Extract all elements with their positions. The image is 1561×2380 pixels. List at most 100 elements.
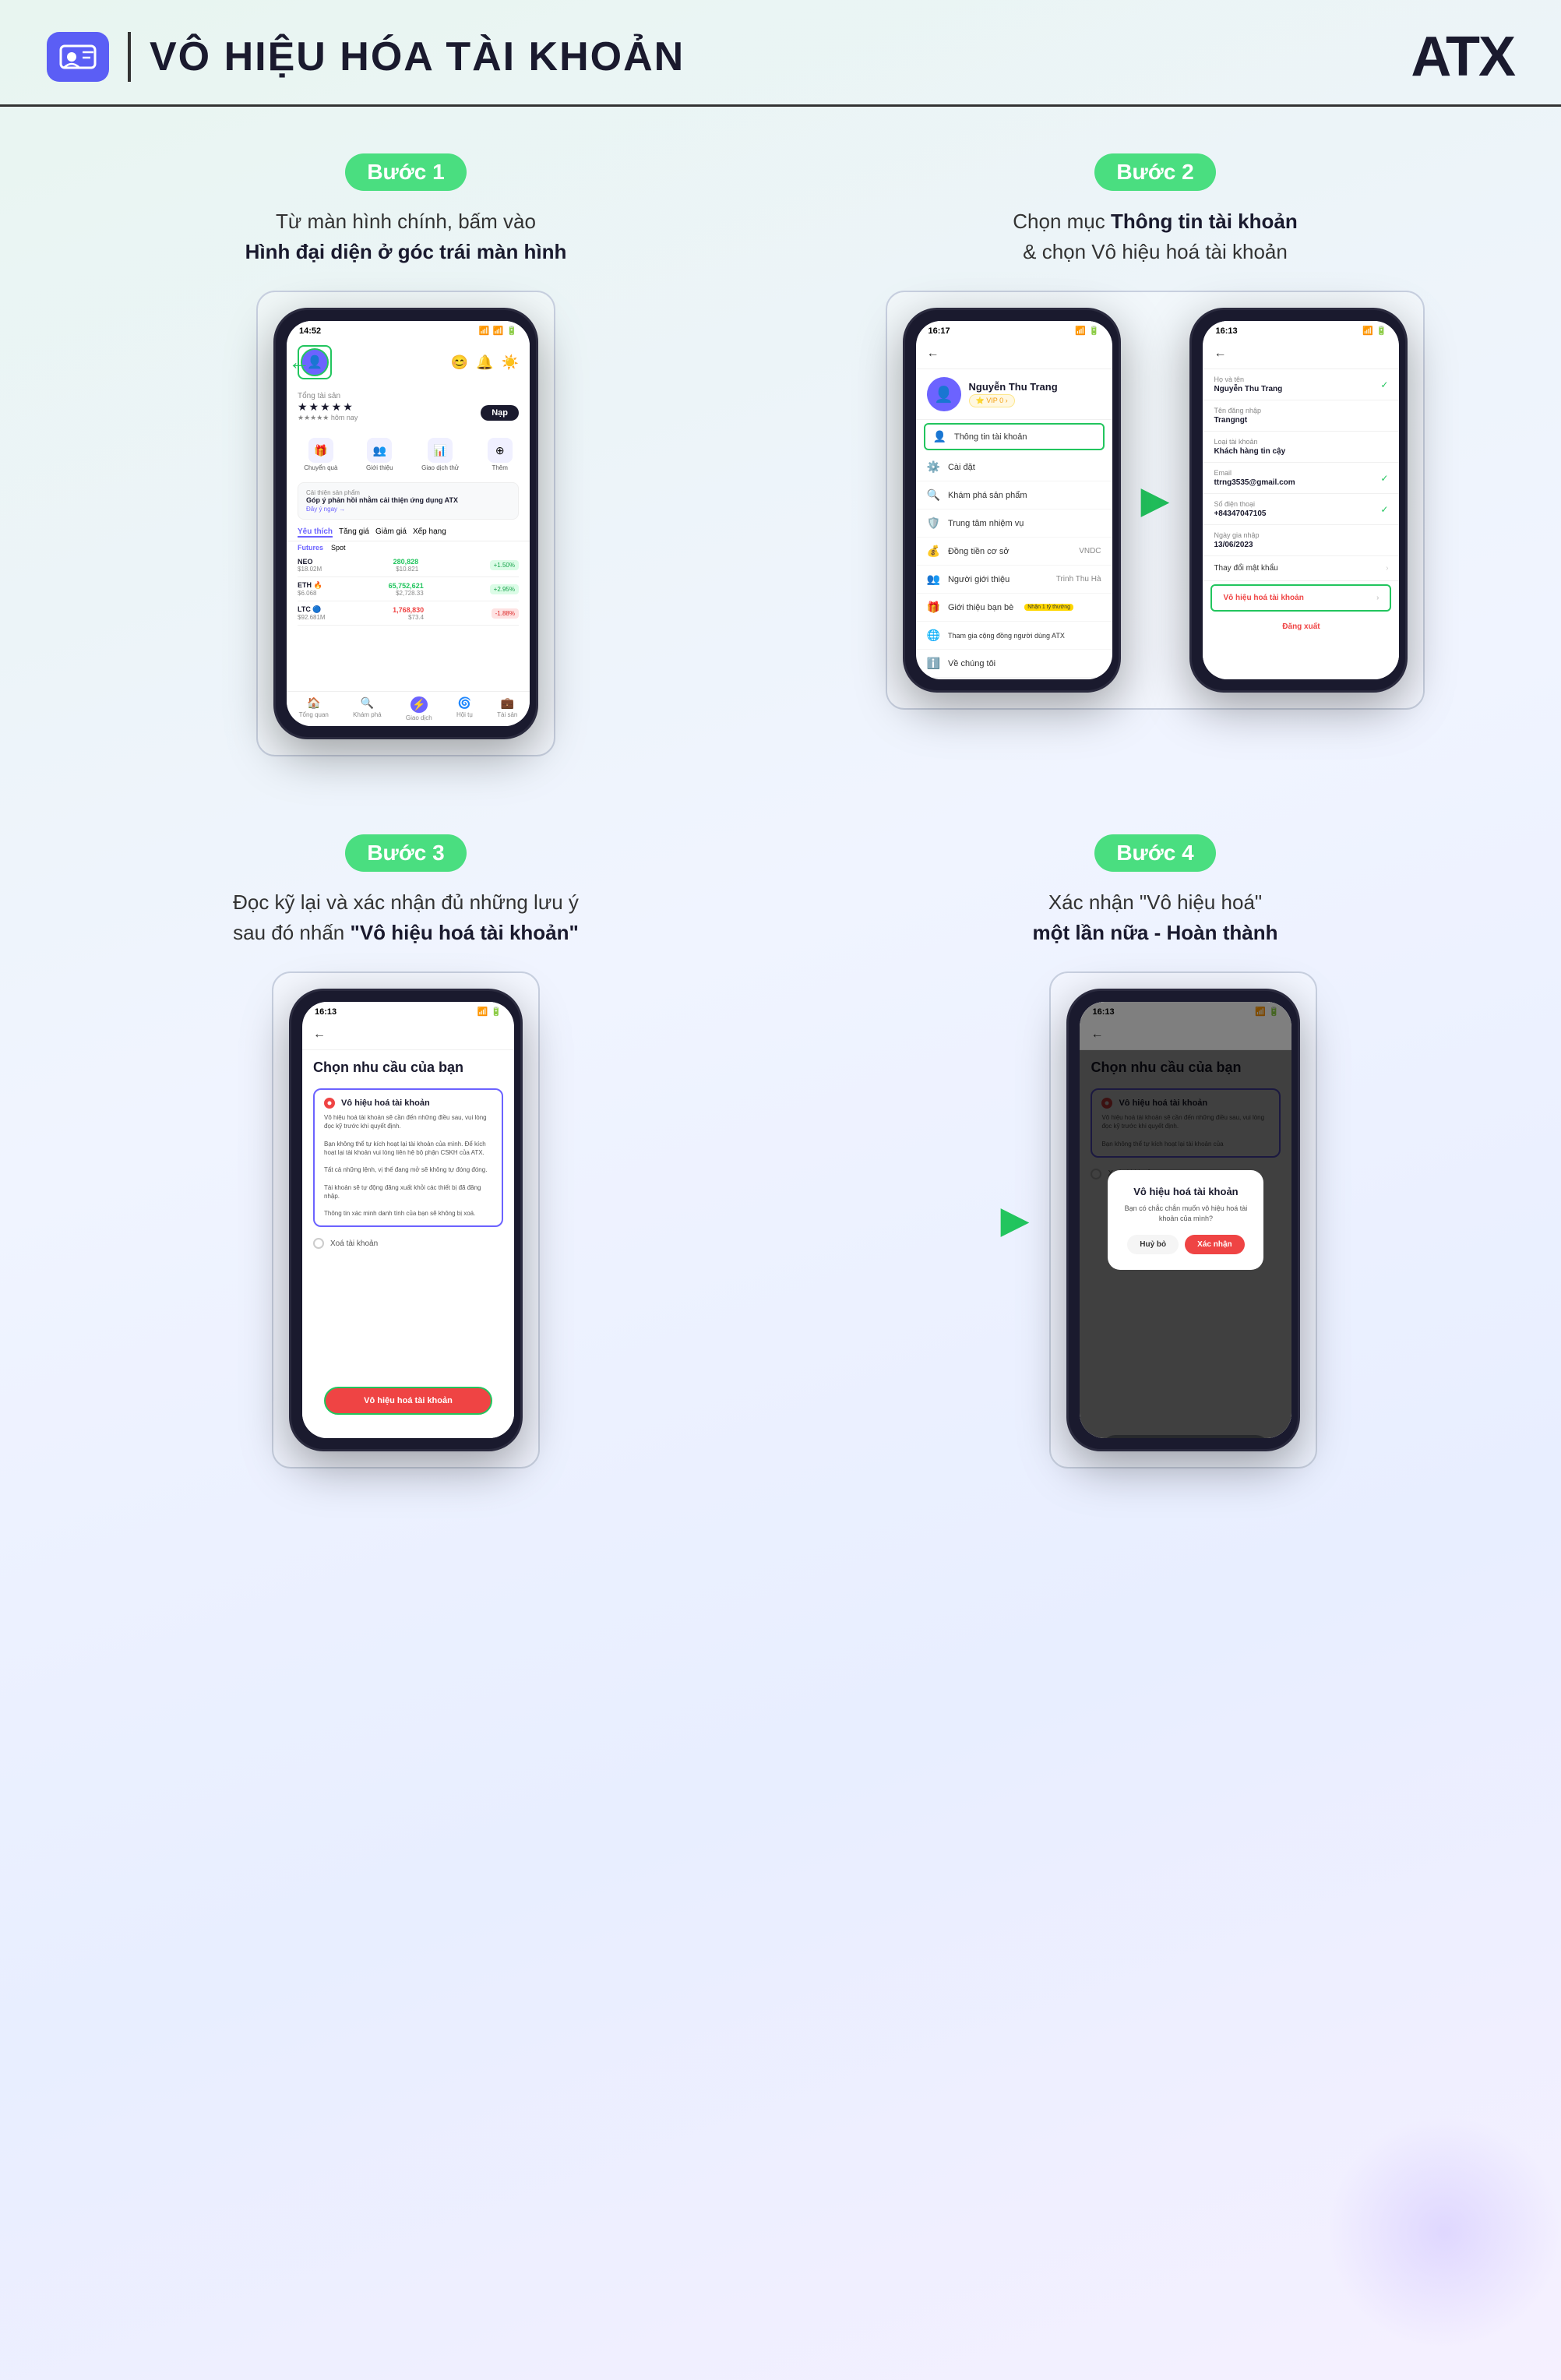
futures-spot-tabs: Futures Spot [287,541,530,554]
menu-vechungoi[interactable]: ℹ️ Về chúng tôi [916,650,1112,678]
menu-thongtin[interactable]: 👤 Thông tin tài khoản [924,423,1105,450]
tab-xephang[interactable]: Xếp hạng [413,527,446,538]
support-label: HỖ TRỢ NHANH [916,678,1112,679]
choose-screen-step3: Chọn nhu cầu của bạn Vô hiệu hoá tài kho… [302,1050,514,1438]
step3-back-arrow[interactable]: ← [313,1028,326,1042]
step3-back-bar: ← [302,1020,514,1050]
status-bar: 14:52 📶📶🔋 [287,321,530,339]
action-gioithieu[interactable]: 👥 Giới thiệu [366,438,393,471]
reward-badge: Nhận 1 tỷ thưởng [1024,604,1073,611]
vndc-value: VNDC [1079,547,1101,555]
action-giaodich[interactable]: 📊 Giao dịch thử [421,438,459,471]
check-hoten: ✓ [1380,379,1388,390]
field-ngaygianhap: Ngày gia nhập 13/06/2023 [1203,525,1399,556]
suggestion-banner: Cải thiện sản phẩm Góp ý phản hồi nhằm c… [298,482,519,520]
suggestion-link[interactable]: Đây ý ngay → [306,506,510,513]
step1-phone-screen: 14:52 📶📶🔋 👤 ← [287,321,530,726]
balance-today: ★★★★★ hôm nay [298,414,358,422]
radio-vohieu[interactable] [324,1098,335,1109]
nav-taisan[interactable]: 💼 Tài sản [497,696,517,721]
nap-button[interactable]: Nạp [481,405,519,421]
user-avatar[interactable]: 👤 ← [301,348,329,376]
step4-badge: Bước 4 [1094,834,1215,872]
menu-khampha[interactable]: 🔍 Khám phá sản phẩm [916,481,1112,509]
caidat-icon: ⚙️ [927,460,940,474]
menu-nguoigioithieu[interactable]: 👥 Người giới thiệu Trinh Thu Hà [916,566,1112,594]
tab-spot[interactable]: Spot [331,544,346,552]
crypto-row-eth: ETH 🔥 $6.068 65,752,621 $2,728.33 +2.95% [298,577,519,601]
chevron-changepass: › [1386,564,1388,573]
menu-thongtin-label: Thông tin tài khoản [954,432,1027,442]
nav-tongquan[interactable]: 🏠 Tổng quan [299,696,329,721]
field-hoten: Họ và tên Nguyễn Thu Trang ✓ [1203,369,1399,400]
balance-section: Tổng tài sản ★★★★★ ★★★★★ hôm nay Nạp [287,386,530,428]
step2-badge: Bước 2 [1094,153,1215,191]
tab-yeuthich[interactable]: Yêu thích [298,527,333,538]
menu-caidat[interactable]: ⚙️ Cài đặt [916,453,1112,481]
time: 14:52 [299,326,321,336]
page-title: VÔ HIỆU HÓA TÀI KHOẢN [150,33,1411,80]
back-arrow-left[interactable]: ← [927,347,939,361]
field-loaitaikhoan: Loại tài khoản Khách hàng tin cậy [1203,432,1399,463]
action-chuyenqua[interactable]: 🎁 Chuyển quà [304,438,337,471]
menu-trungtam[interactable]: 🛡️ Trung tâm nhiệm vụ [916,509,1112,538]
nav-hoitu[interactable]: 🌀 Hội tụ [456,696,473,721]
giaodich-icon: 📊 [428,438,453,463]
menu-gioithieubande[interactable]: 🎁 Giới thiệu bạn bè Nhận 1 tỷ thưởng [916,594,1112,622]
step3-badge: Bước 3 [345,834,466,872]
menu-congdong-label: Tham gia cộng đồng người dùng ATX [948,632,1065,640]
menu-vechungtoi-label: Về chúng tôi [948,659,995,668]
tab-tangia[interactable]: Tăng giá [339,527,369,538]
step2-desc: Chọn mục Thông tin tài khoản & chọn Vô h… [812,206,1499,267]
watchlist-tabs: Yêu thích Tăng giá Giảm giá Xếp hạng [287,524,530,541]
back-arrow-right[interactable]: ← [1214,347,1226,361]
option-xoa[interactable]: Xoá tài khoản [313,1233,503,1253]
modal-buttons: Huỷ bỏ Xác nhận [1123,1235,1248,1254]
action-them[interactable]: ⊕ Thêm [488,438,513,471]
header-divider [128,32,131,82]
modal-cancel-btn[interactable]: Huỷ bỏ [1127,1235,1179,1254]
step3-submit-area: Vô hiệu hoá tài khoản [302,1379,514,1423]
step4-desc: Xác nhận "Vô hiệu hoá" một lần nữa - Hoà… [812,887,1499,948]
step3-section: Bước 3 Đọc kỹ lại và xác nhận đủ những l… [31,819,780,1500]
modal-title: Vô hiệu hoá tài khoản [1123,1186,1248,1197]
nguoi-value: Trinh Thu Hà [1056,575,1101,584]
step4-phone-wrapper: 16:13 📶🔋 ← Chọn nhu cầu của bạn [1049,971,1317,1469]
check-phone: ✓ [1380,504,1388,515]
radio-xoa[interactable] [313,1238,324,1249]
menu-trungtam-label: Trung tâm nhiệm vụ [948,519,1024,528]
trungtam-icon: 🛡️ [927,517,940,530]
tab-futures[interactable]: Futures [298,544,323,552]
them-icon: ⊕ [488,438,513,463]
option-vohieu-desc: Vô hiệu hoá tài khoản sẽ cần đến những đ… [324,1113,492,1218]
menu-caidat-label: Cài đặt [948,463,975,472]
menu-congdong[interactable]: 🌐 Tham gia cộng đồng người dùng ATX [916,622,1112,650]
tab-giamgia[interactable]: Giảm giá [375,527,407,538]
nav-giaodich[interactable]: ⚡ Giao dịch [406,696,432,721]
option-vohieu[interactable]: Vô hiệu hoá tài khoản Vô hiệu hoá tài kh… [313,1088,503,1227]
nav-khampha[interactable]: 🔍 Khám phá [353,696,381,721]
choose-title-step3: Chọn nhu cầu của bạn [302,1050,514,1082]
action-changepass[interactable]: Thay đổi mật khẩu › [1203,556,1399,581]
modal-confirm-btn[interactable]: Xác nhận [1185,1235,1244,1254]
chuyenqua-icon: 🎁 [308,438,333,463]
crypto-row-ltc: LTC 🔵 $92.681M 1,768,830 $73.4 -1.88% [298,601,519,626]
thongtin-icon: 👤 [933,430,946,443]
action-vohieu[interactable]: Vô hiệu hoá tài khoản › [1210,584,1391,612]
step2-phone-wrapper: 16:17 📶🔋 ← 👤 Nguyễn Thu Trang ⭐ VIP 0 › [886,291,1425,710]
step3-statusbar: 16:13 📶🔋 [302,1002,514,1020]
field-sodienthoai: Số điện thoại +84347047105 ✓ [1203,494,1399,525]
menu-dongtiencoso[interactable]: 💰 Đồng tiền cơ sở VNDC [916,538,1112,566]
back-bar-left: ← [916,339,1112,369]
suggestion-title: Góp ý phản hồi nhằm cải thiện ứng dụng A… [306,496,510,504]
option-xoa-label: Xoá tài khoản [330,1239,378,1248]
step2-right-time: 16:13 [1215,326,1237,336]
quick-actions: 🎁 Chuyển quà 👥 Giới thiệu 📊 Giao dịch th… [287,432,530,478]
dangxuat-btn[interactable]: Đăng xuất [1203,615,1399,639]
step3-submit-btn[interactable]: Vô hiệu hoá tài khoản [324,1387,492,1415]
avatar-highlight[interactable]: 👤 ← [298,345,332,379]
crypto-list: NEO $18.02M 280,828 $10.821 +1.50% [287,554,530,626]
balance-label: Tổng tài sản [298,392,519,400]
deco-circle [1327,2115,1561,2349]
atx-logo: ATX [1411,25,1514,89]
